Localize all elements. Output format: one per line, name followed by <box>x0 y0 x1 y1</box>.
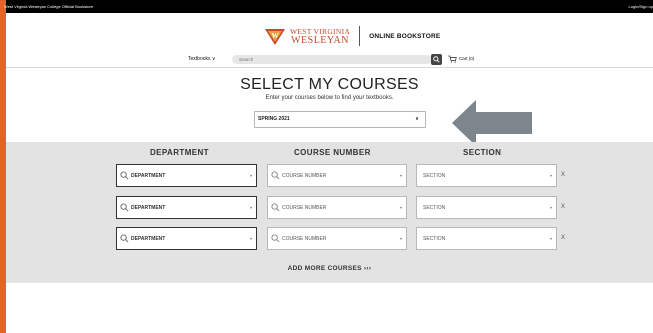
course-number-select[interactable]: COURSE NUMBER ▾ <box>267 164 407 187</box>
login-link[interactable]: Login/Sign up <box>629 0 653 13</box>
chevron-down-icon: ▾ <box>249 205 252 210</box>
remove-row-button[interactable]: X <box>561 172 565 178</box>
logo-line-2: WESLEYAN <box>291 35 349 46</box>
cart-link[interactable]: Cart (0) <box>448 53 474 65</box>
search-input[interactable]: Search <box>232 55 432 64</box>
search-icon <box>120 234 129 243</box>
chevron-down-icon: ▾ <box>399 205 402 210</box>
section-value: SECTION <box>423 235 446 242</box>
header-divider <box>6 67 653 68</box>
department-select[interactable]: DEPARTMENT ▾ <box>116 164 257 187</box>
course-number-value: COURSE NUMBER <box>282 172 327 179</box>
course-number-select[interactable]: COURSE NUMBER ▾ <box>267 227 407 250</box>
svg-text:W: W <box>272 32 279 40</box>
top-utility-bar: West Virginia Wesleyan College Official … <box>4 0 653 13</box>
department-value: DEPARTMENT <box>131 204 166 211</box>
remove-row-button[interactable]: X <box>561 204 565 210</box>
course-number-header: COURSE NUMBER <box>294 148 371 157</box>
search-icon <box>120 171 129 180</box>
search-icon <box>271 234 280 243</box>
site-logo[interactable]: W WEST VIRGINIA WESLEYAN ONLINE BOOKSTOR… <box>264 22 440 50</box>
department-select[interactable]: DEPARTMENT ▾ <box>116 196 257 219</box>
department-header: DEPARTMENT <box>150 148 209 157</box>
search-icon <box>271 203 280 212</box>
section-select[interactable]: SECTION ▾ <box>416 164 557 187</box>
department-value: DEPARTMENT <box>131 172 166 179</box>
store-label: ONLINE BOOKSTORE <box>369 32 441 40</box>
cart-icon <box>448 55 457 63</box>
nav-bar: Textbooks ∨ Search Cart (0) <box>6 53 653 65</box>
department-value: DEPARTMENT <box>131 235 166 242</box>
page-frame: West Virginia Wesleyan College Official … <box>4 0 653 333</box>
logo-divider <box>359 26 361 46</box>
term-select[interactable]: SPRING 2021 ∨ <box>254 111 426 128</box>
search-icon <box>120 203 129 212</box>
course-panel: DEPARTMENT COURSE NUMBER SECTION DEPARTM… <box>6 142 653 283</box>
wvwc-seal-icon: W <box>264 25 286 47</box>
chevron-down-icon: ▾ <box>549 205 552 210</box>
chevron-down-icon: ▾ <box>549 236 552 241</box>
store-tagline: West Virginia Wesleyan College Official … <box>4 4 94 9</box>
course-number-select[interactable]: COURSE NUMBER ▾ <box>267 196 407 219</box>
chevron-down-icon: ▾ <box>249 173 252 178</box>
section-select[interactable]: SECTION ▾ <box>416 227 557 250</box>
course-number-value: COURSE NUMBER <box>282 235 327 242</box>
add-more-courses-link[interactable]: ADD MORE COURSES ››› <box>6 265 653 272</box>
section-select[interactable]: SECTION ▾ <box>416 196 557 219</box>
chevron-down-icon: ∨ <box>414 116 419 122</box>
section-header: SECTION <box>463 148 502 157</box>
cart-label: Cart (0) <box>459 56 475 61</box>
textbooks-menu[interactable]: Textbooks ∨ <box>188 53 216 65</box>
chevron-down-icon: ▾ <box>399 173 402 178</box>
remove-row-button[interactable]: X <box>561 235 565 241</box>
course-number-value: COURSE NUMBER <box>282 204 327 211</box>
page-title: SELECT MY COURSES <box>240 76 419 93</box>
section-value: SECTION <box>423 172 446 179</box>
chevron-down-icon: ▾ <box>399 236 402 241</box>
term-value: SPRING 2021 <box>258 116 290 122</box>
chevron-down-icon: ▾ <box>249 236 252 241</box>
chevron-down-icon: ▾ <box>549 173 552 178</box>
search-button[interactable] <box>431 54 442 65</box>
department-select[interactable]: DEPARTMENT ▾ <box>116 227 257 250</box>
logo-wordmark: WEST VIRGINIA WESLEYAN <box>290 27 350 46</box>
search-icon <box>271 171 280 180</box>
page-subtitle: Enter your courses below to find your te… <box>265 95 394 101</box>
magnifier-icon <box>433 56 440 63</box>
section-value: SECTION <box>423 204 446 211</box>
